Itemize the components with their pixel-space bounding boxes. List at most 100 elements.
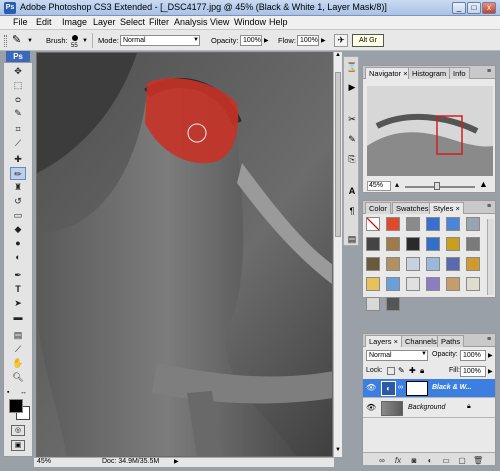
layer-visibility-eye-icon[interactable]: 👁︎ <box>366 383 376 392</box>
screen-mode-icon[interactable]: ▣ <box>11 440 25 451</box>
style-swatch[interactable] <box>466 237 480 251</box>
preset-chevron-down-icon[interactable]: ▼ <box>27 38 33 44</box>
tab-histogram[interactable]: Histogram <box>408 67 451 79</box>
layer-row-black-white[interactable]: 👁︎ ◐ ∞ Black & W... <box>363 379 495 398</box>
layer-visibility-eye-icon[interactable]: 👁︎ <box>366 403 376 412</box>
style-swatch[interactable] <box>386 277 400 291</box>
style-swatch[interactable] <box>466 277 480 291</box>
actions-panel-icon[interactable]: ▶ <box>346 81 358 93</box>
new-adjustment-layer-icon[interactable]: ◐ <box>425 456 435 465</box>
spot-healing-tool-icon[interactable]: ✚ <box>10 153 26 166</box>
style-swatch[interactable] <box>406 257 420 271</box>
lasso-tool-icon[interactable]: ᴑ <box>10 93 26 106</box>
blend-mode-chevron-down-icon[interactable]: ▼ <box>421 351 427 357</box>
document-canvas[interactable] <box>36 52 333 457</box>
swap-colors-icon[interactable]: ↔ <box>20 389 29 398</box>
path-selection-tool-icon[interactable]: ➤ <box>10 297 26 310</box>
brush-tip-icon[interactable] <box>72 35 78 41</box>
style-swatch[interactable] <box>426 257 440 271</box>
style-swatch[interactable] <box>386 217 400 231</box>
flow-slider-arrow-icon[interactable]: ▶ <box>321 37 326 44</box>
canvas-vertical-scrollbar[interactable]: ▲ ▼ <box>333 52 342 457</box>
fill-arrow-icon[interactable]: ▶ <box>488 368 493 375</box>
opacity-slider-arrow-icon[interactable]: ▶ <box>264 37 269 44</box>
quick-selection-tool-icon[interactable]: ✎ <box>10 107 26 120</box>
navigator-zoom-field[interactable]: 45% <box>367 181 391 191</box>
brush-tool-icon[interactable]: ✏ <box>10 167 26 180</box>
airbrush-icon[interactable]: ✈ <box>334 34 348 47</box>
tab-swatches[interactable]: Swatches <box>392 202 433 214</box>
tab-color[interactable]: Color <box>365 202 391 214</box>
scroll-thumb[interactable] <box>335 72 341 237</box>
clone-source-panel-icon[interactable]: ⎘ <box>346 153 358 165</box>
style-swatch[interactable] <box>386 237 400 251</box>
default-colors-icon[interactable]: ▪ <box>7 389 16 398</box>
pen-tool-icon[interactable]: ✒ <box>10 269 26 282</box>
styles-scrollbar[interactable] <box>487 219 494 295</box>
style-swatch[interactable] <box>366 237 380 251</box>
menu-help[interactable]: Help <box>269 17 288 27</box>
zoom-out-icon[interactable]: ▴ <box>395 180 399 189</box>
status-arrow-icon[interactable]: ▶ <box>174 458 179 465</box>
eraser-tool-icon[interactable]: ▭ <box>10 209 26 222</box>
style-swatch[interactable] <box>446 257 460 271</box>
type-tool-icon[interactable]: T <box>10 283 26 296</box>
panel-menu-icon[interactable]: ≡ <box>487 336 491 343</box>
style-swatch[interactable] <box>366 217 380 231</box>
layer-row-background[interactable]: 👁︎ Background 🔒︎ <box>363 399 495 418</box>
zoom-tool-icon[interactable]: 🔍︎ <box>10 371 26 384</box>
scroll-down-icon[interactable]: ▼ <box>335 447 341 455</box>
brushes-panel-icon[interactable]: ✎ <box>346 133 358 145</box>
add-mask-icon[interactable]: ◙ <box>409 456 419 465</box>
lock-image-icon[interactable]: ✎ <box>398 366 405 375</box>
style-swatch[interactable] <box>426 217 440 231</box>
menu-image[interactable]: Image <box>62 17 87 27</box>
style-swatch[interactable] <box>366 257 380 271</box>
navigator-zoom-slider[interactable] <box>405 186 475 188</box>
quick-mask-icon[interactable]: ◎ <box>11 425 25 436</box>
zoom-in-icon[interactable]: ▲ <box>479 179 488 189</box>
lock-position-icon[interactable]: ✚ <box>409 366 416 375</box>
tab-channels[interactable]: Channels <box>401 335 441 347</box>
menu-view[interactable]: View <box>210 17 229 27</box>
tab-info[interactable]: Info <box>449 67 470 79</box>
style-swatch[interactable] <box>386 297 400 311</box>
new-group-folder-icon[interactable]: ▭ <box>441 456 451 465</box>
layer-opacity-field[interactable]: 100% <box>460 350 486 361</box>
close-button[interactable]: x <box>482 2 496 14</box>
clone-stamp-tool-icon[interactable]: ♜ <box>10 181 26 194</box>
scroll-up-icon[interactable]: ▲ <box>335 52 341 60</box>
menu-select[interactable]: Select <box>120 17 145 27</box>
menu-layer[interactable]: Layer <box>93 17 116 27</box>
history-brush-tool-icon[interactable]: ↺ <box>10 195 26 208</box>
style-swatch[interactable] <box>406 237 420 251</box>
style-swatch[interactable] <box>406 277 420 291</box>
tools-panel-icon[interactable]: ✂ <box>346 113 358 125</box>
eyedropper-tool-icon[interactable]: ⟋ <box>10 343 26 356</box>
tab-paths[interactable]: Paths <box>437 335 465 347</box>
menu-analysis[interactable]: Analysis <box>174 17 208 27</box>
shape-tool-icon[interactable]: ▬ <box>10 311 26 324</box>
style-swatch[interactable] <box>426 277 440 291</box>
hand-tool-icon[interactable]: ✋ <box>10 357 26 370</box>
paragraph-panel-icon[interactable]: ¶ <box>346 205 358 217</box>
foreground-color-swatch[interactable] <box>9 399 23 413</box>
menu-window[interactable]: Window <box>234 17 266 27</box>
menu-edit[interactable]: Edit <box>36 17 52 27</box>
minimize-button[interactable]: _ <box>452 2 466 14</box>
slice-tool-icon[interactable]: ⟋ <box>10 137 26 150</box>
status-zoom[interactable]: 45% <box>37 458 51 465</box>
brush-tool-preset-icon[interactable]: ✎ <box>12 34 26 47</box>
fill-field[interactable]: 100% <box>460 366 486 377</box>
style-swatch[interactable] <box>386 257 400 271</box>
marquee-tool-icon[interactable]: ⬚ <box>10 79 26 92</box>
history-panel-icon[interactable]: ⌛ <box>346 61 358 73</box>
dodge-tool-icon[interactable]: ◐ <box>10 251 26 264</box>
style-swatch[interactable] <box>366 297 380 311</box>
new-layer-icon[interactable]: ▢ <box>457 456 467 465</box>
style-swatch[interactable] <box>446 217 460 231</box>
mask-link-icon[interactable]: ∞ <box>398 384 403 391</box>
notes-tool-icon[interactable]: ▤ <box>10 329 26 342</box>
lock-transparent-icon[interactable] <box>387 367 395 375</box>
style-swatch[interactable] <box>466 257 480 271</box>
